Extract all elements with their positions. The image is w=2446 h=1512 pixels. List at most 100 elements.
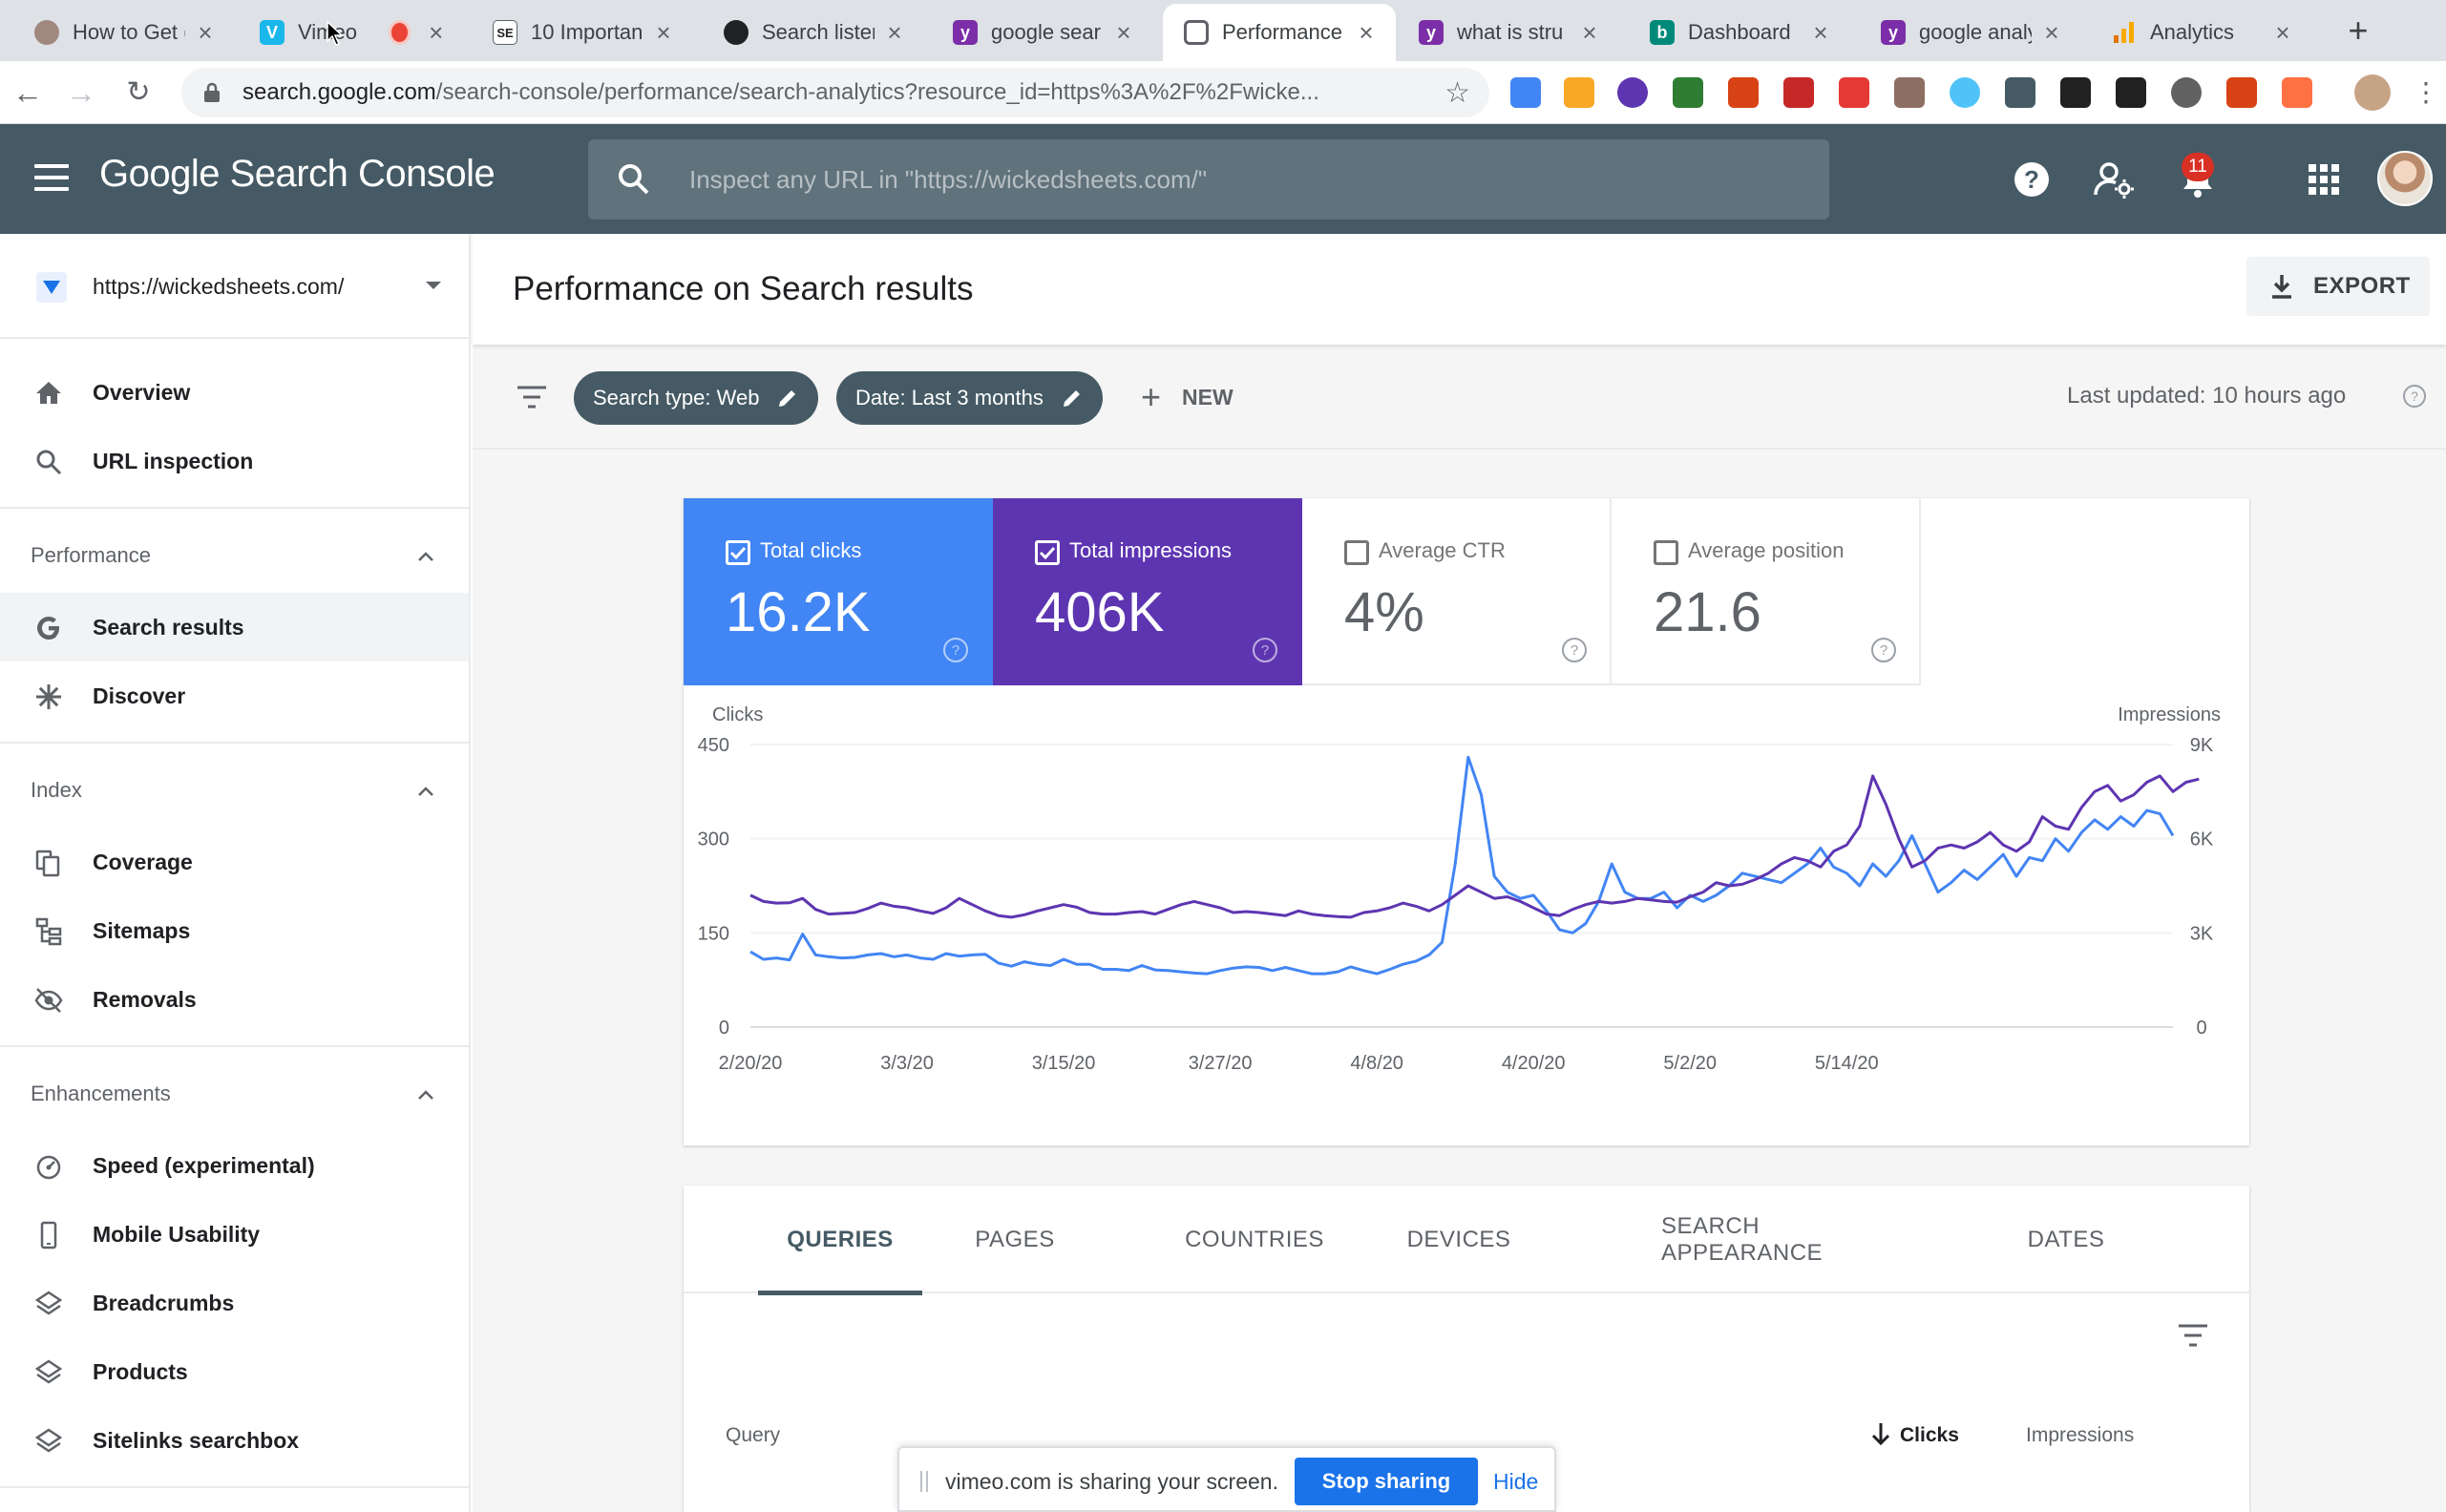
- drag-handle-icon[interactable]: [920, 1471, 928, 1492]
- browser-tab-4[interactable]: y google sear ×: [932, 4, 1153, 61]
- extension-icon[interactable]: [2171, 77, 2202, 108]
- extension-icon[interactable]: [1950, 77, 1980, 108]
- browser-tab-7[interactable]: b Dashboard ×: [1629, 4, 1850, 61]
- help-outline-icon[interactable]: ?: [941, 636, 970, 664]
- address-bar[interactable]: search.google.com/search-console/perform…: [181, 68, 1489, 117]
- column-header-query[interactable]: Query: [726, 1424, 780, 1447]
- sidebar-item-sitelinks-searchbox[interactable]: Sitelinks searchbox: [0, 1406, 469, 1475]
- sidebar-item-overview[interactable]: Overview: [0, 358, 469, 427]
- metric-total-impressions[interactable]: Total impressions 406K ?: [993, 498, 1302, 685]
- tab-close-icon[interactable]: ×: [2039, 18, 2064, 48]
- sidebar-item-url-inspection[interactable]: URL inspection: [0, 427, 469, 495]
- property-selector[interactable]: https://wickedsheets.com/: [0, 234, 469, 339]
- extension-icon[interactable]: [2005, 77, 2035, 108]
- browser-tab-9[interactable]: Analytics ×: [2091, 4, 2312, 61]
- sidebar-item-sitemaps[interactable]: Sitemaps: [0, 896, 469, 965]
- tab-close-icon[interactable]: ×: [882, 18, 907, 48]
- sidebar-item-products[interactable]: Products: [0, 1337, 469, 1406]
- extension-icon[interactable]: [2060, 77, 2091, 108]
- tab-close-icon[interactable]: ×: [1577, 18, 1602, 48]
- tab-close-icon[interactable]: ×: [1354, 18, 1379, 48]
- help-icon[interactable]: ?: [2011, 158, 2053, 200]
- sidebar-item-search-results[interactable]: Search results: [0, 593, 469, 662]
- browser-tab-0[interactable]: How to Get ( ×: [13, 4, 235, 61]
- tab-close-icon[interactable]: ×: [651, 18, 676, 48]
- tab-close-icon[interactable]: ×: [1111, 18, 1136, 48]
- more-vert-icon[interactable]: ⋮: [2404, 71, 2446, 115]
- extension-icon[interactable]: [1510, 77, 1541, 108]
- new-tab-button[interactable]: +: [2337, 10, 2379, 52]
- tab-pages[interactable]: PAGES: [966, 1186, 1064, 1293]
- profile-avatar-icon[interactable]: [2354, 74, 2391, 111]
- account-avatar[interactable]: [2377, 151, 2433, 206]
- help-outline-icon[interactable]: ?: [1251, 636, 1279, 664]
- page-title: Performance on Search results: [513, 270, 974, 307]
- tab-close-icon[interactable]: ×: [425, 18, 447, 48]
- tab-close-icon[interactable]: ×: [2270, 18, 2295, 48]
- help-outline-icon[interactable]: ?: [1869, 636, 1898, 664]
- filter-chip-search-type[interactable]: Search type: Web: [574, 371, 819, 425]
- extension-icon[interactable]: [1564, 77, 1594, 108]
- edit-pencil-icon[interactable]: [776, 387, 799, 410]
- metric-total-clicks[interactable]: Total clicks 16.2K ?: [684, 498, 993, 685]
- extension-icon[interactable]: [1673, 77, 1703, 108]
- apps-grid-icon[interactable]: [2303, 158, 2345, 200]
- tab-countries[interactable]: COUNTRIES: [1185, 1186, 1323, 1293]
- help-outline-icon[interactable]: ?: [2401, 383, 2428, 410]
- sidebar-item-discover[interactable]: Discover: [0, 662, 469, 730]
- extension-icon[interactable]: [1783, 77, 1814, 108]
- extension-icon[interactable]: [1728, 77, 1759, 108]
- checkbox-unchecked-icon[interactable]: [1344, 540, 1369, 565]
- column-header-impressions[interactable]: Impressions: [2026, 1424, 2134, 1447]
- sidebar-item-removals[interactable]: Removals: [0, 965, 469, 1034]
- tab-close-icon[interactable]: ×: [1808, 18, 1833, 48]
- browser-tab-5[interactable]: Performance ×: [1163, 4, 1396, 61]
- tab-search-appearance[interactable]: SEARCH APPEARANCE: [1661, 1186, 1925, 1293]
- extension-icon[interactable]: [2116, 77, 2146, 108]
- new-filter-button[interactable]: + NEW: [1141, 380, 1234, 414]
- tab-dates[interactable]: DATES: [2020, 1186, 2112, 1293]
- section-enhancements[interactable]: Enhancements: [0, 1066, 469, 1124]
- arrow-down-icon[interactable]: [1869, 1420, 1892, 1447]
- section-performance[interactable]: Performance: [0, 528, 469, 585]
- extension-icon[interactable]: [2282, 77, 2312, 108]
- table-filter-icon[interactable]: [2177, 1323, 2209, 1348]
- checkbox-checked-icon[interactable]: [726, 540, 750, 565]
- filter-chip-date[interactable]: Date: Last 3 months: [836, 371, 1103, 425]
- extension-icon[interactable]: [1839, 77, 1869, 108]
- reload-icon[interactable]: ↻: [116, 71, 160, 115]
- extension-icon[interactable]: [2226, 77, 2257, 108]
- menu-icon[interactable]: [34, 164, 69, 193]
- sidebar-item-speed[interactable]: Speed (experimental): [0, 1131, 469, 1200]
- sidebar-item-breadcrumbs[interactable]: Breadcrumbs: [0, 1269, 469, 1337]
- forward-arrow-icon[interactable]: →: [59, 71, 103, 115]
- column-header-clicks[interactable]: Clicks: [1900, 1424, 1959, 1447]
- export-button[interactable]: EXPORT: [2246, 257, 2430, 316]
- url-inspect-search[interactable]: Inspect any URL in "https://wickedsheets…: [588, 139, 1829, 220]
- filter-list-icon[interactable]: [516, 385, 548, 410]
- tab-queries[interactable]: QUERIES: [758, 1186, 922, 1295]
- browser-tab-1[interactable]: V Vimeo ×: [239, 4, 464, 61]
- checkbox-checked-icon[interactable]: [1035, 540, 1060, 565]
- bookmark-star-icon[interactable]: ☆: [1444, 76, 1470, 110]
- section-index[interactable]: Index: [0, 763, 469, 820]
- tab-devices[interactable]: DEVICES: [1405, 1186, 1512, 1293]
- extension-icon[interactable]: [1617, 77, 1648, 108]
- tab-close-icon[interactable]: ×: [193, 18, 218, 48]
- edit-pencil-icon[interactable]: [1061, 387, 1084, 410]
- browser-tab-8[interactable]: y google analy ×: [1860, 4, 2081, 61]
- hide-button[interactable]: Hide: [1493, 1469, 1538, 1495]
- extension-icon[interactable]: [1894, 77, 1925, 108]
- manage-accounts-icon[interactable]: [2093, 158, 2135, 200]
- sidebar-item-coverage[interactable]: Coverage: [0, 828, 469, 896]
- browser-tab-2[interactable]: SE 10 Importan ×: [472, 4, 693, 61]
- browser-tab-6[interactable]: y what is stru ×: [1398, 4, 1619, 61]
- browser-tab-3[interactable]: Search lister ×: [703, 4, 924, 61]
- stop-sharing-button[interactable]: Stop sharing: [1295, 1458, 1478, 1505]
- help-outline-icon[interactable]: ?: [1560, 636, 1589, 664]
- metric-average-ctr[interactable]: Average CTR 4% ?: [1302, 498, 1612, 685]
- back-arrow-icon[interactable]: ←: [6, 71, 50, 115]
- checkbox-unchecked-icon[interactable]: [1654, 540, 1678, 565]
- metric-average-position[interactable]: Average position 21.6 ?: [1612, 498, 1921, 685]
- sidebar-item-mobile-usability[interactable]: Mobile Usability: [0, 1200, 469, 1269]
